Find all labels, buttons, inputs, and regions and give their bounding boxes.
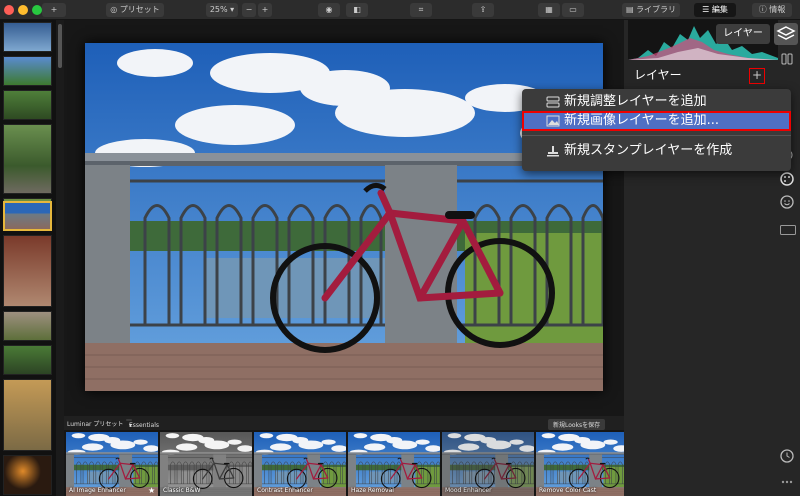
image-canvas: [64, 20, 624, 416]
grid-view-icon[interactable]: ▦: [538, 3, 560, 17]
preset-category-label: Essentials: [129, 422, 160, 429]
adjustment-layer-icon: [546, 96, 560, 108]
tab-edit-label: 編集: [711, 5, 728, 14]
layers-icon[interactable]: [774, 23, 798, 45]
preset-thumbnail[interactable]: Haze Removal: [348, 432, 440, 496]
add-layer-button[interactable]: +: [749, 68, 765, 84]
compare-icon[interactable]: ◧: [346, 3, 368, 17]
presets-bar: Luminar プリセット Essentials ▾ 新規Looksを保存: [64, 416, 624, 430]
presets-label: プリセット: [119, 5, 160, 14]
minimize-window-button[interactable]: [18, 5, 28, 15]
add-images-button[interactable]: +: [42, 3, 66, 17]
tab-library-label: ライブラリ: [636, 5, 677, 14]
thumbnail[interactable]: [3, 311, 52, 341]
zoom-level-select[interactable]: 25% ▾: [206, 3, 238, 17]
preset-label: Contrast Enhancer: [257, 487, 313, 494]
preset-thumbnail[interactable]: Contrast Enhancer: [254, 432, 346, 496]
menu-item-label: 新規スタンプレイヤーを作成: [564, 143, 733, 158]
zoom-level: 25%: [209, 5, 228, 14]
menu-item-new-adjustment-layer[interactable]: 新規調整レイヤーを追加: [522, 92, 791, 112]
single-view-icon[interactable]: ▭: [562, 3, 584, 17]
close-window-button[interactable]: [4, 5, 14, 15]
tab-info[interactable]: ⓘ 情報: [752, 3, 792, 17]
menu-divider: [522, 135, 791, 136]
tab-edit[interactable]: ☰ 編集: [694, 3, 736, 17]
thumbnail[interactable]: [3, 56, 52, 86]
pro-glyph: [780, 225, 796, 235]
preset-label: Mood Enhancer: [445, 487, 492, 494]
preset-label: AI Image Enhancer: [69, 487, 126, 494]
preset-thumbnail[interactable]: Classic B&W: [160, 432, 252, 496]
thumbnail[interactable]: [3, 22, 52, 52]
layers-glyph: [776, 26, 796, 40]
preset-thumbnail[interactable]: AI Image Enhancer ★: [66, 432, 158, 496]
share-icon[interactable]: ⇪: [472, 3, 494, 17]
filmstrip: [0, 20, 56, 496]
preset-thumbnail[interactable]: Remove Color Cast: [536, 432, 624, 496]
thumbnail[interactable]: [3, 124, 52, 194]
preset-category-select[interactable]: Essentials ▾: [126, 419, 159, 429]
presets-bar-label: Luminar プリセット: [67, 421, 124, 428]
menu-item-label: 新規画像レイヤーを追加...: [564, 113, 720, 128]
tab-info-label: 情報: [769, 5, 786, 14]
thumbnail[interactable]: [3, 379, 52, 451]
preset-label: Classic B&W: [163, 487, 201, 494]
more-icon[interactable]: [780, 474, 794, 488]
palette-glyph: [780, 172, 794, 186]
zoom-window-button[interactable]: [32, 5, 42, 15]
filmstrip-scrollbar[interactable]: [56, 20, 64, 496]
history-icon[interactable]: [780, 448, 794, 463]
menu-item-label: 新規調整レイヤーを追加: [564, 94, 707, 109]
chevron-down-icon: ▾: [129, 422, 133, 429]
save-looks-button[interactable]: 新規Looksを保存: [548, 419, 606, 430]
history-glyph: [780, 449, 794, 463]
menu-item-new-stamp-layer[interactable]: 新規スタンプレイヤーを作成: [522, 141, 791, 161]
presets-button[interactable]: ◎ プリセット: [106, 3, 164, 17]
zoom-out-button[interactable]: −: [242, 3, 256, 17]
compare-panel-icon[interactable]: [780, 51, 794, 65]
preset-label: Haze Removal: [351, 487, 394, 494]
presets-icon: ◎: [110, 5, 118, 14]
palette-icon[interactable]: [780, 171, 794, 186]
info-icon: ⓘ: [758, 5, 767, 14]
preset-strip: AI Image Enhancer ★ Classic B&W Contrast…: [64, 430, 624, 496]
favorite-star-icon[interactable]: ★: [148, 486, 155, 495]
add-layer-menu: 新規調整レイヤーを追加 新規画像レイヤーを追加... 新規スタンプレイヤーを作成: [522, 89, 791, 171]
tab-library[interactable]: ▤ ライブラリ: [622, 3, 680, 17]
thumbnail[interactable]: [3, 235, 52, 307]
pro-icon[interactable]: [780, 220, 796, 235]
top-toolbar: + ◎ プリセット 25% ▾ − + ◉ ◧ ⌗ ⇪ ▦ ▭ ▤ ライブラリ …: [0, 0, 800, 20]
layers-tooltip: レイヤー: [716, 24, 770, 44]
thumbnail[interactable]: [3, 90, 52, 120]
library-icon: ▤: [625, 5, 634, 14]
preset-label: Remove Color Cast: [539, 487, 597, 494]
smiley-icon[interactable]: [780, 194, 794, 209]
preset-thumbnail[interactable]: Mood Enhancer: [442, 432, 534, 496]
compare-panel-glyph: [781, 53, 793, 65]
stamp-icon: [547, 146, 559, 157]
menu-item-new-image-layer[interactable]: 新規画像レイヤーを追加...: [522, 111, 791, 131]
eye-icon[interactable]: ◉: [318, 3, 340, 17]
chevron-down-icon: ▾: [230, 5, 235, 14]
zoom-in-button[interactable]: +: [258, 3, 272, 17]
smiley-glyph: [780, 195, 794, 209]
layers-panel-title: レイヤー: [634, 68, 682, 82]
thumbnail-selected[interactable]: [3, 201, 52, 231]
thumbnail[interactable]: [3, 455, 52, 495]
thumbnail[interactable]: [3, 345, 52, 375]
crop-icon[interactable]: ⌗: [410, 3, 432, 17]
scrollbar-thumb[interactable]: [58, 24, 62, 68]
more-glyph: [781, 480, 793, 484]
sliders-icon: ☰: [702, 5, 710, 14]
image-layer-icon: [546, 115, 560, 127]
